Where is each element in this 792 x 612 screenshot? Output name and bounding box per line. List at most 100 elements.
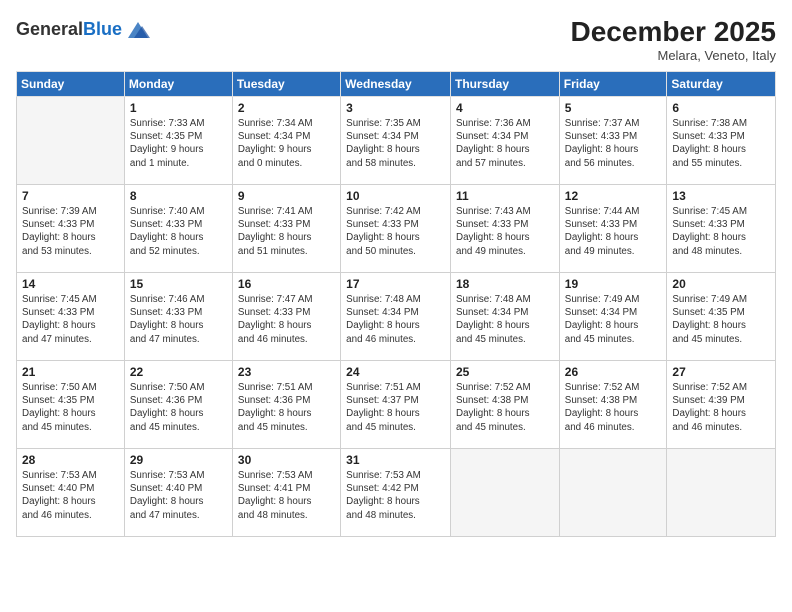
calendar-cell <box>17 97 125 185</box>
calendar-cell: 13 Sunrise: 7:45 AMSunset: 4:33 PMDayligh… <box>667 185 776 273</box>
calendar-cell: 4 Sunrise: 7:36 AMSunset: 4:34 PMDaylight… <box>451 97 560 185</box>
logo-blue: Blue <box>83 19 122 39</box>
logo-icon <box>124 16 152 44</box>
calendar-cell: 14 Sunrise: 7:45 AMSunset: 4:33 PMDayligh… <box>17 273 125 361</box>
calendar-cell: 29Sunrise: 7:53 AMSunset: 4:40 PMDayligh… <box>124 449 232 537</box>
day-number: 13 <box>672 189 770 203</box>
location: Melara, Veneto, Italy <box>571 48 776 63</box>
day-number: 9 <box>238 189 335 203</box>
day-info: Sunrise: 7:42 AMSunset: 4:33 PMDaylight:… <box>346 205 445 258</box>
calendar-cell: 17 Sunrise: 7:48 AMSunset: 4:34 PMDayligh… <box>341 273 451 361</box>
calendar-cell: 19 Sunrise: 7:49 AMSunset: 4:34 PMDayligh… <box>559 273 667 361</box>
day-info: Sunrise: 7:49 AMSunset: 4:35 PMDaylight:… <box>672 293 770 346</box>
day-number: 14 <box>22 277 119 291</box>
calendar-cell: 11 Sunrise: 7:43 AMSunset: 4:33 PMDayligh… <box>451 185 560 273</box>
header: GeneralBlue December 2025 Melara, Veneto… <box>16 16 776 63</box>
day-info: Sunrise: 7:34 AMSunset: 4:34 PMDaylight:… <box>238 117 335 170</box>
calendar-table: SundayMondayTuesdayWednesdayThursdayFrid… <box>16 71 776 537</box>
day-info: Sunrise: 7:35 AMSunset: 4:34 PMDaylight:… <box>346 117 445 170</box>
day-info: Sunrise: 7:38 AMSunset: 4:33 PMDaylight:… <box>672 117 770 170</box>
calendar-cell: 27Sunrise: 7:52 AMSunset: 4:39 PMDayligh… <box>667 361 776 449</box>
day-info: Sunrise: 7:43 AMSunset: 4:33 PMDaylight:… <box>456 205 554 258</box>
day-number: 5 <box>565 101 662 115</box>
day-number: 18 <box>456 277 554 291</box>
calendar-cell: 1 Sunrise: 7:33 AMSunset: 4:35 PMDaylight… <box>124 97 232 185</box>
calendar-cell: 26Sunrise: 7:52 AMSunset: 4:38 PMDayligh… <box>559 361 667 449</box>
day-number: 2 <box>238 101 335 115</box>
calendar-week-2: 7 Sunrise: 7:39 AMSunset: 4:33 PMDaylight… <box>17 185 776 273</box>
calendar-cell: 22 Sunrise: 7:50 AMSunset: 4:36 PMDayligh… <box>124 361 232 449</box>
day-info: Sunrise: 7:33 AMSunset: 4:35 PMDaylight:… <box>130 117 227 170</box>
day-info: Sunrise: 7:41 AMSunset: 4:33 PMDaylight:… <box>238 205 335 258</box>
calendar-cell: 25Sunrise: 7:52 AMSunset: 4:38 PMDayligh… <box>451 361 560 449</box>
day-number: 3 <box>346 101 445 115</box>
col-header-tuesday: Tuesday <box>232 72 340 97</box>
logo: GeneralBlue <box>16 16 152 44</box>
calendar-cell: 9 Sunrise: 7:41 AMSunset: 4:33 PMDaylight… <box>232 185 340 273</box>
day-number: 17 <box>346 277 445 291</box>
calendar-cell: 6 Sunrise: 7:38 AMSunset: 4:33 PMDaylight… <box>667 97 776 185</box>
page: GeneralBlue December 2025 Melara, Veneto… <box>0 0 792 612</box>
day-number: 15 <box>130 277 227 291</box>
calendar-cell: 10 Sunrise: 7:42 AMSunset: 4:33 PMDayligh… <box>341 185 451 273</box>
day-number: 25 <box>456 365 554 379</box>
calendar-cell: 28 Sunrise: 7:53 AMSunset: 4:40 PMDayligh… <box>17 449 125 537</box>
calendar-week-3: 14 Sunrise: 7:45 AMSunset: 4:33 PMDayligh… <box>17 273 776 361</box>
day-info: Sunrise: 7:50 AMSunset: 4:36 PMDaylight:… <box>130 381 227 434</box>
day-number: 1 <box>130 101 227 115</box>
day-info: Sunrise: 7:51 AMSunset: 4:37 PMDaylight:… <box>346 381 445 434</box>
calendar-cell: 7 Sunrise: 7:39 AMSunset: 4:33 PMDaylight… <box>17 185 125 273</box>
calendar-week-1: 1 Sunrise: 7:33 AMSunset: 4:35 PMDaylight… <box>17 97 776 185</box>
day-info: Sunrise: 7:45 AMSunset: 4:33 PMDaylight:… <box>672 205 770 258</box>
day-number: 19 <box>565 277 662 291</box>
day-info: Sunrise: 7:36 AMSunset: 4:34 PMDaylight:… <box>456 117 554 170</box>
month-title: December 2025 <box>571 16 776 48</box>
calendar-cell: 5 Sunrise: 7:37 AMSunset: 4:33 PMDaylight… <box>559 97 667 185</box>
day-info: Sunrise: 7:39 AMSunset: 4:33 PMDaylight:… <box>22 205 119 258</box>
day-number: 20 <box>672 277 770 291</box>
day-info: Sunrise: 7:40 AMSunset: 4:33 PMDaylight:… <box>130 205 227 258</box>
day-info: Sunrise: 7:51 AMSunset: 4:36 PMDaylight:… <box>238 381 335 434</box>
calendar-header-row: SundayMondayTuesdayWednesdayThursdayFrid… <box>17 72 776 97</box>
col-header-sunday: Sunday <box>17 72 125 97</box>
day-info: Sunrise: 7:49 AMSunset: 4:34 PMDaylight:… <box>565 293 662 346</box>
calendar-cell: 18 Sunrise: 7:48 AMSunset: 4:34 PMDayligh… <box>451 273 560 361</box>
title-block: December 2025 Melara, Veneto, Italy <box>571 16 776 63</box>
calendar-cell: 2 Sunrise: 7:34 AMSunset: 4:34 PMDaylight… <box>232 97 340 185</box>
day-number: 21 <box>22 365 119 379</box>
calendar-cell: 16 Sunrise: 7:47 AMSunset: 4:33 PMDayligh… <box>232 273 340 361</box>
day-info: Sunrise: 7:48 AMSunset: 4:34 PMDaylight:… <box>456 293 554 346</box>
day-number: 28 <box>22 453 119 467</box>
calendar-cell: 30 Sunrise: 7:53 AMSunset: 4:41 PMDayligh… <box>232 449 340 537</box>
calendar-cell: 8 Sunrise: 7:40 AMSunset: 4:33 PMDaylight… <box>124 185 232 273</box>
day-number: 7 <box>22 189 119 203</box>
day-info: Sunrise: 7:53 AMSunset: 4:40 PMDaylight:… <box>22 469 119 522</box>
day-info: Sunrise: 7:37 AMSunset: 4:33 PMDaylight:… <box>565 117 662 170</box>
day-number: 16 <box>238 277 335 291</box>
day-info: Sunrise: 7:45 AMSunset: 4:33 PMDaylight:… <box>22 293 119 346</box>
day-number: 24 <box>346 365 445 379</box>
day-number: 8 <box>130 189 227 203</box>
day-info: Sunrise: 7:52 AMSunset: 4:39 PMDaylight:… <box>672 381 770 434</box>
day-number: 11 <box>456 189 554 203</box>
day-number: 30 <box>238 453 335 467</box>
day-number: 4 <box>456 101 554 115</box>
calendar-cell <box>559 449 667 537</box>
calendar-cell <box>451 449 560 537</box>
col-header-wednesday: Wednesday <box>341 72 451 97</box>
day-info: Sunrise: 7:52 AMSunset: 4:38 PMDaylight:… <box>565 381 662 434</box>
day-info: Sunrise: 7:53 AMSunset: 4:41 PMDaylight:… <box>238 469 335 522</box>
day-number: 10 <box>346 189 445 203</box>
calendar-cell: 3 Sunrise: 7:35 AMSunset: 4:34 PMDaylight… <box>341 97 451 185</box>
day-number: 22 <box>130 365 227 379</box>
col-header-thursday: Thursday <box>451 72 560 97</box>
calendar-cell <box>667 449 776 537</box>
day-info: Sunrise: 7:48 AMSunset: 4:34 PMDaylight:… <box>346 293 445 346</box>
day-info: Sunrise: 7:47 AMSunset: 4:33 PMDaylight:… <box>238 293 335 346</box>
day-info: Sunrise: 7:46 AMSunset: 4:33 PMDaylight:… <box>130 293 227 346</box>
calendar-cell: 15 Sunrise: 7:46 AMSunset: 4:33 PMDayligh… <box>124 273 232 361</box>
day-number: 6 <box>672 101 770 115</box>
calendar-cell: 31Sunrise: 7:53 AMSunset: 4:42 PMDayligh… <box>341 449 451 537</box>
day-number: 29 <box>130 453 227 467</box>
calendar-week-4: 21Sunrise: 7:50 AMSunset: 4:35 PMDayligh… <box>17 361 776 449</box>
